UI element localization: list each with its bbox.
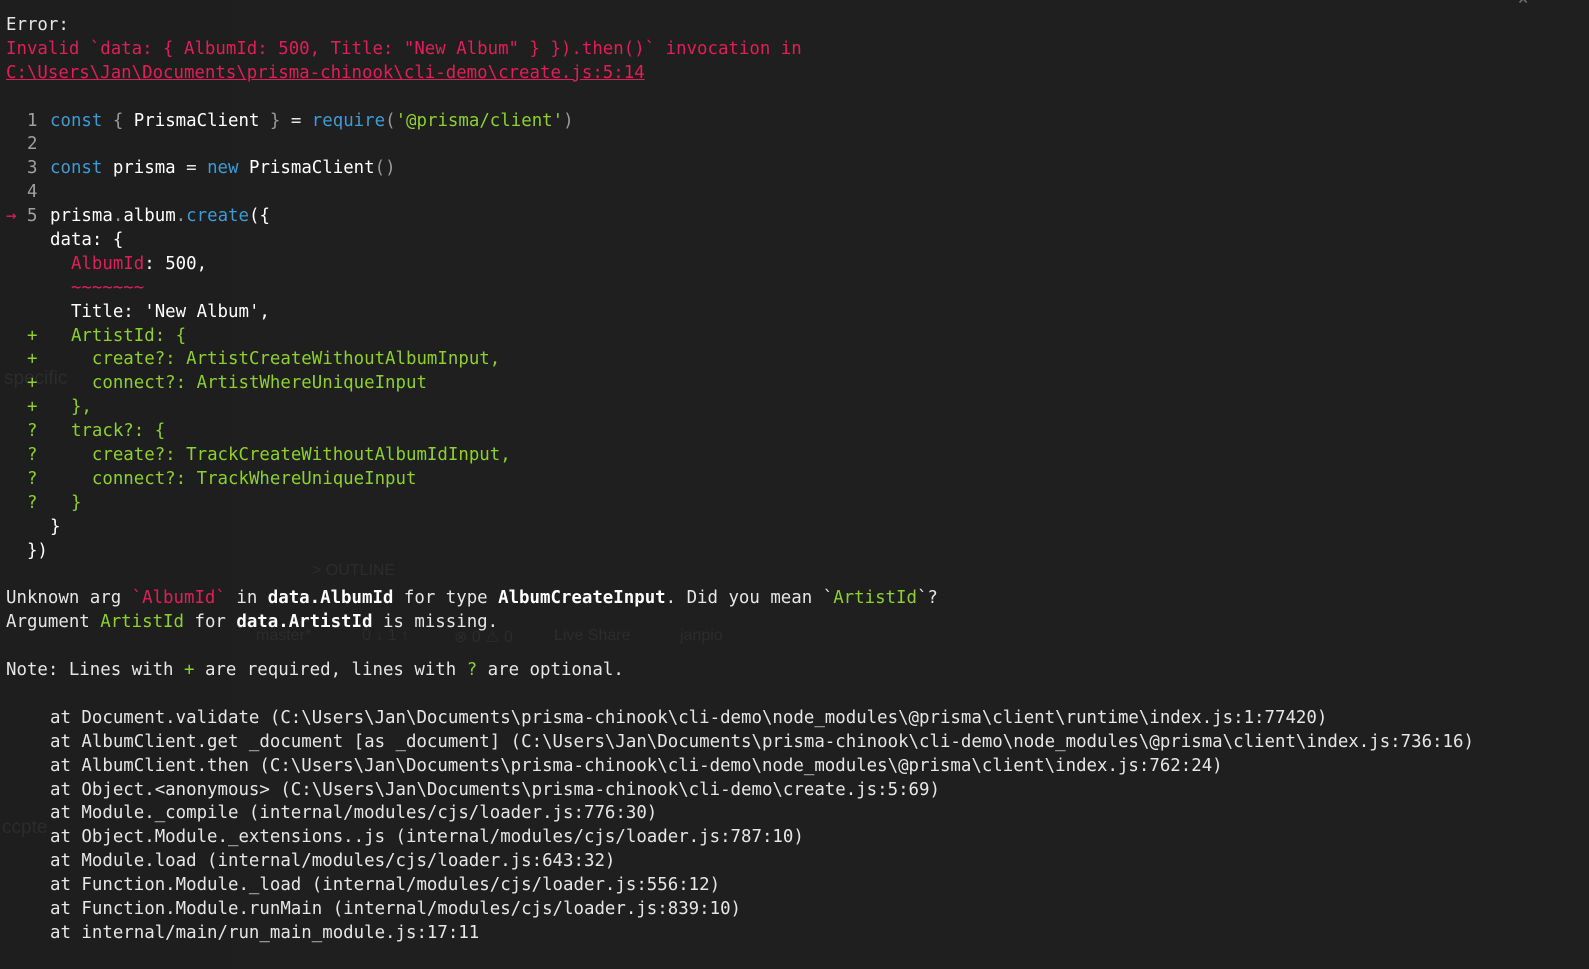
code-line-track: ? track?: { <box>26 421 166 442</box>
error-arrow-icon: → <box>6 206 27 227</box>
code-line-track-create: ? create?: TrackCreateWithoutAlbumIdInpu… <box>26 445 511 466</box>
stack-frame: at Module._compile (internal/modules/cjs… <box>50 803 658 824</box>
terminal-window[interactable]: > OUTLINE master* 0 ↓ 1 ↑ ⊗ 0 ⚠ 0 Live S… <box>0 0 1589 969</box>
code-line-title: Title: 'New Album', <box>70 301 270 322</box>
close-icon[interactable]: ✕ <box>1517 0 1529 8</box>
code-line-3: 3 const prisma = new PrismaClient() <box>6 158 396 179</box>
code-line-artistid: + ArtistId: { <box>26 325 187 346</box>
code-line-2: 2 <box>6 134 48 155</box>
code-line-track-close: ? } <box>26 492 82 513</box>
code-line-artist-close: + }, <box>26 397 92 418</box>
stack-frame: at Object.Module._extensions..js (intern… <box>50 827 804 848</box>
note-message: Note: Lines with + are required, lines w… <box>6 660 624 681</box>
code-line-1: 1 const { PrismaClient } = require('@pri… <box>6 110 574 131</box>
stack-frame: at AlbumClient.get _document [as _docume… <box>50 731 1474 752</box>
stack-frame: at internal/main/run_main_module.js:17:1… <box>50 922 480 943</box>
code-line-data: data: { <box>50 230 124 251</box>
unknown-arg-message: Unknown arg `AlbumId` in data.AlbumId fo… <box>6 588 938 609</box>
code-line-5: → 5 prisma.album.create({ <box>6 206 270 227</box>
code-line-4: 4 <box>6 182 48 203</box>
file-path-link[interactable]: C:\Users\Jan\Documents\prisma-chinook\cl… <box>6 63 645 83</box>
code-line-call-close: }) <box>26 540 48 561</box>
stack-frame: at Document.validate (C:\Users\Jan\Docum… <box>50 707 1328 728</box>
missing-arg-message: Argument ArtistId for data.ArtistId is m… <box>6 612 499 633</box>
code-line-artist-connect: + connect?: ArtistWhereUniqueInput <box>26 373 427 394</box>
terminal-output: Error: Invalid `data: { AlbumId: 500, Ti… <box>6 14 1589 946</box>
stack-frame: at Object.<anonymous> (C:\Users\Jan\Docu… <box>50 779 940 800</box>
code-line-data-close: } <box>50 516 61 537</box>
error-heading: Error: <box>6 15 69 35</box>
code-line-artist-create: + create?: ArtistCreateWithoutAlbumInput… <box>26 349 501 370</box>
stack-frame: at Function.Module.runMain (internal/mod… <box>50 898 742 919</box>
stack-frame: at AlbumClient.then (C:\Users\Jan\Docume… <box>50 755 1223 776</box>
code-line-albumid: AlbumId: 500, <box>70 253 208 274</box>
stack-frame: at Function.Module._load (internal/modul… <box>50 875 721 896</box>
error-invalid-invocation: Invalid `data: { AlbumId: 500, Title: "N… <box>6 38 802 59</box>
error-file-path[interactable]: C:\Users\Jan\Documents\prisma-chinook\cl… <box>6 62 1589 86</box>
code-line-track-connect: ? connect?: TrackWhereUniqueInput <box>26 468 417 489</box>
code-line-squiggle: ~~~~~~~ <box>70 277 145 298</box>
stack-frame: at Module.load (internal/modules/cjs/loa… <box>50 851 616 872</box>
